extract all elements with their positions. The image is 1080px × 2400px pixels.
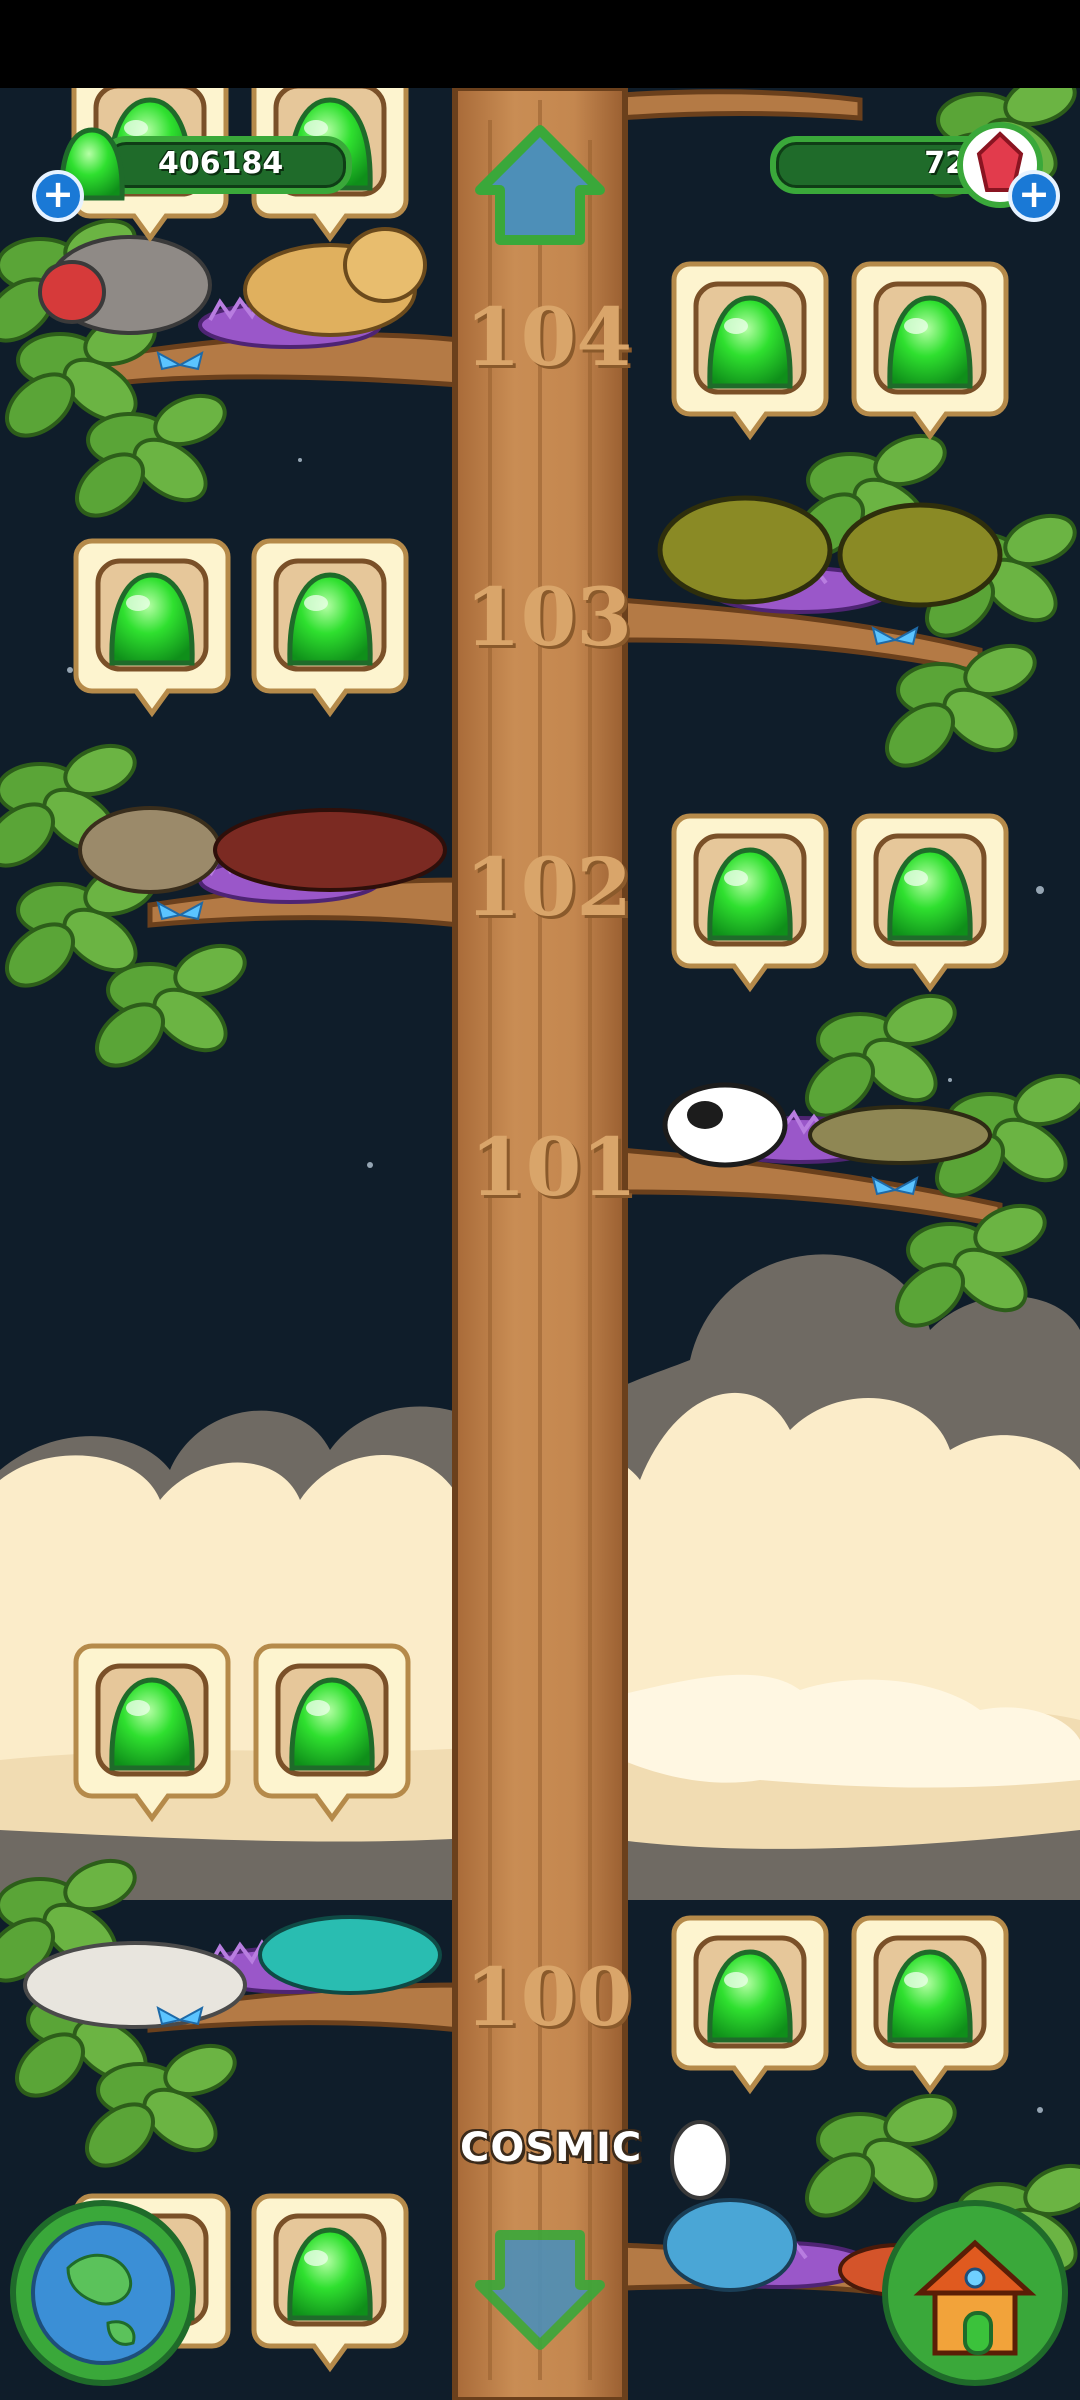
zone-label: COSMIC — [460, 2125, 643, 2171]
green-jelly-icon — [671, 261, 829, 441]
jelly-bubble[interactable] — [72, 1640, 232, 1823]
jelly-bubble[interactable] — [72, 535, 232, 718]
house-icon — [882, 2200, 1068, 2386]
floor-number: 101 — [470, 1120, 637, 1214]
jelly-bubble[interactable] — [850, 258, 1010, 441]
jelly-bubble[interactable] — [670, 258, 830, 441]
green-jelly-icon — [251, 2193, 409, 2373]
green-jelly-icon — [851, 261, 1009, 441]
add-currency-button[interactable]: + — [32, 170, 84, 222]
green-jelly-icon — [671, 1915, 829, 2095]
green-jelly-icon — [73, 538, 231, 718]
floor-number: 104 — [465, 290, 632, 384]
home-button[interactable] — [880, 2198, 1070, 2388]
green-jelly-icon — [851, 813, 1009, 993]
jelly-bubble[interactable] — [670, 810, 830, 993]
green-jelly-icon — [251, 538, 409, 718]
jelly-bubble[interactable] — [250, 535, 410, 718]
green-jelly-icon — [851, 1915, 1009, 2095]
green-jelly-icon — [253, 1643, 411, 1823]
currency-bar: 406184 — [100, 136, 352, 194]
globe-button[interactable] — [8, 2198, 198, 2388]
jelly-bubble[interactable] — [670, 1912, 830, 2095]
gem-counter: 72 + — [730, 120, 1060, 222]
jelly-bubble[interactable] — [252, 1640, 412, 1823]
currency-value: 406184 — [158, 146, 284, 181]
floor-number: 102 — [465, 840, 632, 934]
green-jelly-icon — [671, 813, 829, 993]
jelly-bubble[interactable] — [250, 2190, 410, 2373]
jelly-bubble[interactable] — [850, 1912, 1010, 2095]
game-screen: 104 103 102 101 100 COSMIC 406184 + 72 + — [0, 0, 1080, 2400]
add-gems-button[interactable]: + — [1008, 170, 1060, 222]
jelly-bubble[interactable] — [850, 810, 1010, 993]
green-jelly-icon — [73, 1643, 231, 1823]
currency-counter: 406184 + — [30, 120, 360, 222]
globe-icon — [10, 2200, 196, 2386]
floor-number: 103 — [465, 570, 632, 664]
floor-number: 100 — [465, 1950, 632, 2044]
status-bar — [0, 0, 1080, 88]
